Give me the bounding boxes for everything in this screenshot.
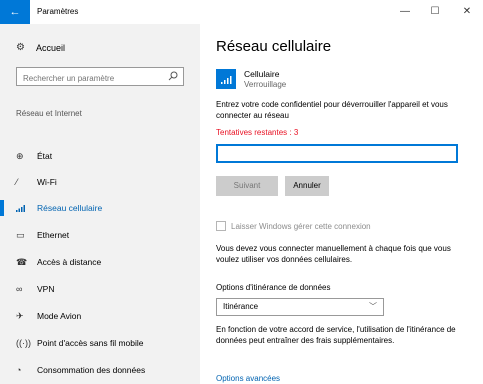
search-input[interactable] <box>17 70 157 87</box>
minimize-button[interactable]: — <box>390 0 420 24</box>
next-button[interactable]: Suivant <box>216 176 278 196</box>
sidebar-item-consommation[interactable]: ◔ Consommation des données <box>0 357 200 383</box>
sidebar-item-label: Wi-Fi <box>37 177 57 187</box>
sidebar-item-label: Réseau cellulaire <box>37 203 103 213</box>
hotspot-icon: ((·)) <box>16 338 31 348</box>
cellular-status: Verrouillage <box>244 80 287 89</box>
sidebar-item-reseau-cellulaire[interactable]: Réseau cellulaire <box>0 195 200 221</box>
back-button[interactable]: ← <box>0 0 30 24</box>
title-bar: ← Paramètres — ☐ ✕ <box>0 0 483 24</box>
chevron-down-icon: ﹀ <box>369 302 377 311</box>
close-button[interactable]: ✕ <box>452 0 482 24</box>
sidebar-item-mode-avion[interactable]: ✈ Mode Avion <box>0 303 200 329</box>
roaming-value: Itinérance <box>223 302 259 311</box>
ethernet-icon: ▭ <box>16 229 25 240</box>
sidebar-item-acces-distance[interactable]: ☎ Accès à distance <box>0 249 200 275</box>
data-usage-icon: ◔ <box>16 365 22 375</box>
sidebar-item-ethernet[interactable]: ▭ Ethernet <box>0 222 200 248</box>
sidebar-item-point-acces[interactable]: ((·)) Point d'accès sans fil mobile <box>0 330 200 356</box>
airplane-icon: ✈ <box>16 310 24 321</box>
window-title: Paramètres <box>37 7 79 16</box>
sidebar-item-label: Mode Avion <box>37 311 82 321</box>
close-icon: ✕ <box>462 6 472 17</box>
roaming-select[interactable]: Itinérance ﹀ <box>216 298 384 316</box>
section-title: Réseau et Internet <box>16 109 82 118</box>
attempts-remaining: Tentatives restantes : 3 <box>216 128 299 137</box>
sidebar-item-etat[interactable]: ⊕ État <box>0 143 200 169</box>
cancel-button[interactable]: Annuler <box>285 176 329 196</box>
page-title: Réseau cellulaire <box>216 38 332 55</box>
cellular-name: Cellulaire <box>244 69 280 79</box>
manage-connection-label: Laisser Windows gérer cette connexion <box>231 221 371 231</box>
sidebar-home-label: Accueil <box>36 43 66 53</box>
wifi-icon: ⁄ <box>16 177 18 187</box>
pin-input[interactable] <box>218 147 456 162</box>
manage-connection-checkbox[interactable] <box>216 221 226 231</box>
vpn-icon: ∞ <box>16 284 23 294</box>
advanced-options-link[interactable]: Options avancées <box>216 374 280 383</box>
sidebar-item-label: Point d'accès sans fil mobile <box>37 338 144 348</box>
manage-connection-option[interactable]: Laisser Windows gérer cette connexion <box>216 221 371 231</box>
globe-icon: ⊕ <box>16 150 24 161</box>
search-box[interactable] <box>16 67 184 87</box>
maximize-icon: ☐ <box>430 6 440 17</box>
cellular-signal-icon <box>0 204 32 212</box>
back-arrow-icon: ← <box>9 6 21 18</box>
manual-connect-text: Vous devez vous connecter manuellement à… <box>216 244 451 264</box>
sidebar-item-label: Consommation des données <box>37 365 146 375</box>
dialup-icon: ☎ <box>16 256 28 267</box>
sidebar-item-wifi[interactable]: ⁄ Wi-Fi <box>0 169 200 195</box>
sidebar-item-label: VPN <box>37 284 55 294</box>
sidebar-item-label: Accès à distance <box>37 257 102 267</box>
main-content: Réseau cellulaire Cellulaire Verrouillag… <box>216 24 476 384</box>
minimize-icon: — <box>400 6 410 17</box>
sidebar-item-label: Ethernet <box>37 230 70 240</box>
pin-field[interactable] <box>216 144 458 163</box>
maximize-button[interactable]: ☐ <box>420 0 450 24</box>
sidebar-item-label: État <box>37 151 53 161</box>
roaming-label: Options d'itinérance de données <box>216 283 331 292</box>
gear-icon: ⚙ <box>16 42 25 53</box>
cellular-tile-icon <box>216 69 236 89</box>
sidebar: ⚙ Accueil Réseau et Internet ⊕ État ⁄ Wi… <box>0 24 200 384</box>
sidebar-item-vpn[interactable]: ∞ VPN <box>0 276 200 302</box>
pin-prompt: Entrez votre code confidentiel pour déve… <box>216 100 448 120</box>
roaming-description: En fonction de votre accord de service, … <box>216 325 456 345</box>
sidebar-home[interactable]: ⚙ Accueil <box>16 40 65 56</box>
search-icon[interactable] <box>168 71 178 81</box>
